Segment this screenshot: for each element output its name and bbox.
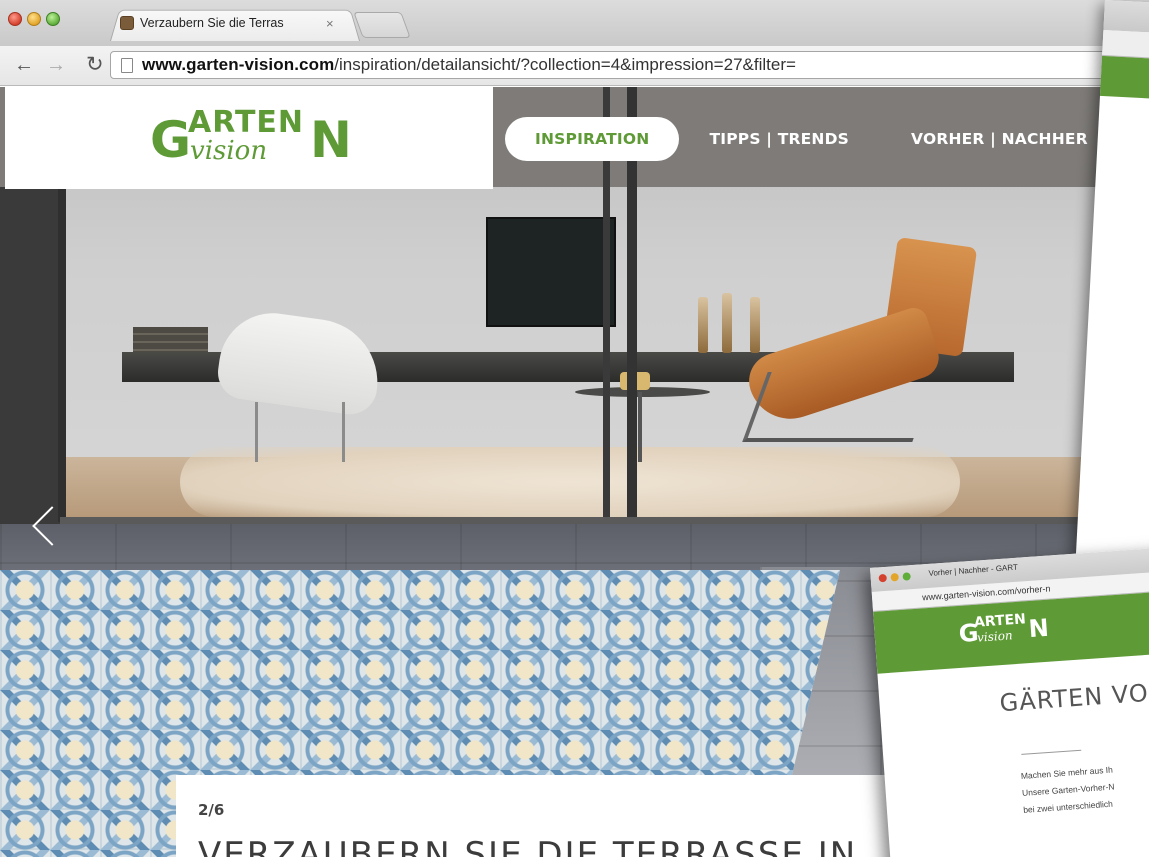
logo-letter-n: N bbox=[310, 111, 352, 169]
logo-letter-g: G bbox=[150, 111, 191, 169]
intro-text: Machen Sie mehr aus Ih Unsere Garten-Vor… bbox=[1020, 754, 1149, 819]
vorher-nachher-window: Vorher | Nachher - GART www.garten-visio… bbox=[870, 546, 1149, 857]
url-host: www.garten-vision.com bbox=[142, 55, 335, 74]
close-window-button[interactable] bbox=[878, 573, 888, 583]
reload-icon[interactable]: ↻ bbox=[86, 52, 104, 78]
nav-inspiration[interactable]: INSPIRATION bbox=[505, 117, 680, 161]
glass-frame bbox=[58, 187, 66, 522]
minimize-window-button[interactable] bbox=[890, 573, 899, 582]
logo-word-arten: ARTEN bbox=[973, 611, 1027, 631]
browser-tab-content[interactable]: Verzaubern Sie die Terras × bbox=[118, 12, 358, 34]
new-tab-button[interactable] bbox=[353, 12, 411, 38]
logo-letter-n: N bbox=[1027, 613, 1050, 644]
page-icon bbox=[121, 57, 133, 73]
chair-legs bbox=[255, 402, 345, 462]
logo-box: G ARTEN vision N bbox=[5, 87, 493, 189]
close-window-button[interactable] bbox=[8, 12, 22, 26]
slide-title: VERZAUBERN SIE DIE TERRASSE IN bbox=[198, 835, 858, 857]
logo-word-vision: vision bbox=[976, 628, 1014, 645]
logo-word-vision: vision bbox=[190, 136, 268, 166]
nav-tipps-trends[interactable]: TIPPS | TRENDS bbox=[709, 130, 849, 148]
browser-toolbar: ← → ↻ www.garten-vision.com /inspiration… bbox=[0, 46, 1149, 86]
tab-bar: Verzaubern Sie die Terras × bbox=[0, 0, 1149, 46]
candle-holder bbox=[698, 297, 708, 353]
door-frame bbox=[0, 187, 60, 527]
minimize-window-button[interactable] bbox=[27, 12, 41, 26]
lounge-chair-frame bbox=[742, 372, 938, 442]
address-bar[interactable]: www.garten-vision.com /inspiration/detai… bbox=[110, 51, 1149, 79]
previous-slide-arrow-icon[interactable] bbox=[28, 502, 72, 562]
page-heading: GÄRTEN VOR bbox=[998, 677, 1149, 718]
zoom-window-button[interactable] bbox=[46, 12, 60, 26]
forward-arrow-icon[interactable]: → bbox=[46, 52, 66, 78]
url-path: /inspiration/detailansicht/?collection=4… bbox=[334, 55, 796, 74]
candle-holder bbox=[750, 297, 760, 353]
favicon-icon bbox=[120, 16, 134, 30]
wall-screen bbox=[486, 217, 616, 327]
nav-vorher-nachher[interactable]: VORHER | NACHHER bbox=[911, 130, 1088, 148]
window-green-header bbox=[1099, 55, 1149, 103]
tab-title[interactable]: Vorher | Nachher - GART bbox=[928, 563, 1018, 578]
slide-index: 2/6 bbox=[198, 801, 225, 819]
logo-word-arten: ARTEN bbox=[188, 105, 305, 140]
books bbox=[133, 327, 208, 352]
garten-vision-logo[interactable]: G ARTEN vision N bbox=[150, 105, 360, 171]
divider bbox=[1021, 749, 1082, 755]
slide-caption: 2/6 VERZAUBERN SIE DIE TERRASSE IN bbox=[176, 775, 936, 857]
side-table-leg bbox=[638, 392, 642, 462]
main-navigation: INSPIRATION TIPPS | TRENDS VORHER | NACH… bbox=[505, 117, 1149, 161]
candle-holder bbox=[722, 293, 732, 353]
back-arrow-icon[interactable]: ← bbox=[14, 52, 34, 78]
zoom-window-button[interactable] bbox=[902, 572, 911, 581]
tab-close-icon[interactable]: × bbox=[326, 16, 334, 31]
tab-title: Verzaubern Sie die Terras bbox=[140, 16, 284, 30]
